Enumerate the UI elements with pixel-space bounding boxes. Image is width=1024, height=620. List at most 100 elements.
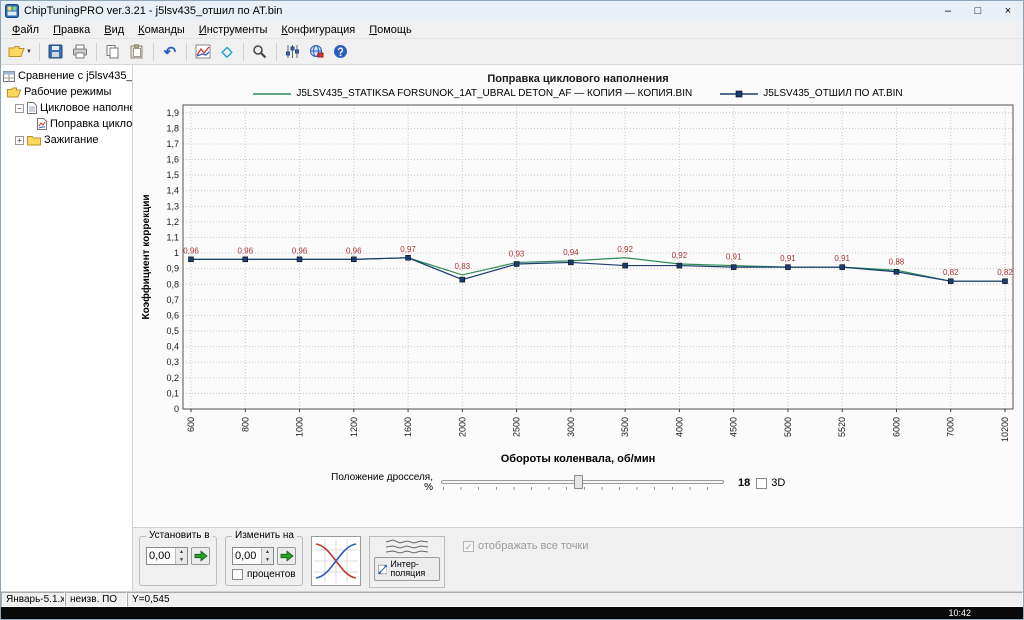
copy-button[interactable] [101,41,125,63]
change-value-input[interactable] [233,548,261,564]
online-button[interactable] [305,41,329,63]
svg-text:0: 0 [174,404,179,414]
undo-button[interactable]: ↶ [158,41,182,63]
svg-text:1,8: 1,8 [166,123,179,133]
curves-icon [314,539,358,583]
minimize-button[interactable]: – [933,1,963,21]
status-y-value: Y=0,545 [127,592,1023,607]
settings-button[interactable] [281,41,305,63]
toolbar-separator [186,43,187,61]
legend-line-marker-icon [720,89,758,99]
tree-item-working-modes[interactable]: Рабочие режимы [3,84,132,100]
chart-region: Поправка циклового наполнения J5LSV435_S… [133,65,1023,527]
map-icon [37,118,47,130]
svg-text:0,91: 0,91 [726,253,742,262]
window-title: ChipTuningPRO ver.3.21 - j5lsv435_отшил … [24,5,933,17]
zoom-button[interactable] [248,41,272,63]
menu-item-help[interactable]: Помощь [362,23,419,37]
menu-item-file[interactable]: Файл [5,23,46,37]
open-button[interactable]: ▼ [5,41,35,63]
tree-item-label: Сравнение с j5lsv435_statiksa fo [18,70,132,82]
checkbox-label: 3D [771,477,785,489]
menu-item-view[interactable]: Вид [97,23,131,37]
curves-button[interactable] [311,536,361,586]
svg-text:0,96: 0,96 [346,246,362,255]
svg-text:4500: 4500 [729,417,739,437]
svg-text:1000: 1000 [295,417,305,437]
svg-text:6000: 6000 [891,417,901,437]
app-window: ChipTuningPRO ver.3.21 - j5lsv435_отшил … [0,0,1024,620]
close-button[interactable]: × [993,1,1023,21]
slider-thumb[interactable] [574,475,583,489]
svg-text:0,82: 0,82 [943,268,959,277]
chart-view-button[interactable] [191,41,215,63]
menu-item-configuration[interactable]: Конфигурация [274,23,362,37]
clock: 10:42 [948,608,971,618]
legend-label: J5LSV435_ОТШИЛ ПО AT.BIN [763,88,902,99]
svg-text:0,5: 0,5 [166,326,179,336]
legend-item-statiksa: J5LSV435_STATIKSA FORSUNOK_1AT_UBRAL DET… [253,88,692,99]
checkbox-label: процентов [247,569,296,580]
tree-item-ignition[interactable]: + Зажигание [3,132,132,148]
svg-text:0,96: 0,96 [292,246,308,255]
svg-text:0,2: 0,2 [166,373,179,383]
svg-text:1,6: 1,6 [166,155,179,165]
statusbar: Январь-5.1.x неизв. ПО Y=0,545 [1,591,1023,607]
svg-text:5000: 5000 [783,417,793,437]
maximize-button[interactable]: □ [963,1,993,21]
print-button[interactable] [68,41,92,63]
spin-down-icon[interactable]: ▼ [176,556,187,564]
titlebar: ChipTuningPRO ver.3.21 - j5lsv435_отшил … [1,1,1023,21]
change-apply-button[interactable] [277,547,296,565]
tree-item-label: Цикловое наполнение [40,102,132,114]
checkbox-box[interactable] [756,478,767,489]
help-button[interactable] [329,41,353,63]
set-value-input[interactable] [147,548,175,564]
checkbox-box[interactable] [232,569,243,580]
interpolation-button[interactable]: Интер-поляция [374,557,440,581]
throttle-slider[interactable] [441,474,724,492]
folder-open-icon [7,87,21,98]
svg-text:0,92: 0,92 [617,245,633,254]
spin-down-icon[interactable]: ▼ [262,556,273,564]
svg-text:10200: 10200 [1000,417,1010,442]
svg-text:0,91: 0,91 [780,254,796,263]
spin-up-icon[interactable]: ▲ [176,548,187,556]
edit-panel: Установить в ▲ ▼ [133,527,1023,591]
save-button[interactable] [44,41,68,63]
compare-button[interactable]: ◇ [215,41,239,63]
chart-icon [195,44,211,59]
status-firmware: неизв. ПО [65,592,127,607]
tree-item-cyclic-filling[interactable]: − Цикловое наполнение [3,100,132,116]
comparison-file-icon [3,71,15,82]
chart-canvas[interactable]: 00,10,20,30,40,50,60,70,80,911,11,21,31,… [137,99,1021,455]
expand-icon[interactable]: + [15,136,24,145]
magnifier-icon [252,44,267,59]
svg-text:0,97: 0,97 [400,245,416,254]
checkbox-3d[interactable]: 3D [756,477,785,489]
checkbox-label: отображать все точки [478,540,588,552]
diamond-icon: ◇ [222,43,233,60]
set-apply-button[interactable] [191,547,210,565]
folder-open-icon [8,44,25,59]
tree-item-comparison[interactable]: Сравнение с j5lsv435_statiksa fo [3,68,132,84]
svg-text:0,82: 0,82 [997,268,1013,277]
collapse-icon[interactable]: − [15,104,24,113]
sidebar-tree: Сравнение с j5lsv435_statiksa fo Рабочие… [1,65,133,591]
document-icon [27,102,37,114]
menu-item-commands[interactable]: Команды [131,23,192,37]
svg-text:0,93: 0,93 [509,249,525,258]
green-arrow-icon [280,550,294,562]
menu-item-edit[interactable]: Правка [46,23,97,37]
printer-icon [72,44,88,59]
svg-text:1200: 1200 [349,417,359,437]
set-group: Установить в ▲ ▼ [139,536,217,586]
menu-item-tools[interactable]: Инструменты [192,23,275,37]
tree-item-label: Поправка циклового [50,118,132,130]
spin-up-icon[interactable]: ▲ [262,548,273,556]
percent-checkbox[interactable]: процентов [232,569,296,580]
question-icon [333,44,348,59]
tree-item-correction[interactable]: Поправка циклового [3,116,132,132]
paste-button[interactable] [125,41,149,63]
svg-text:5520: 5520 [837,417,847,437]
